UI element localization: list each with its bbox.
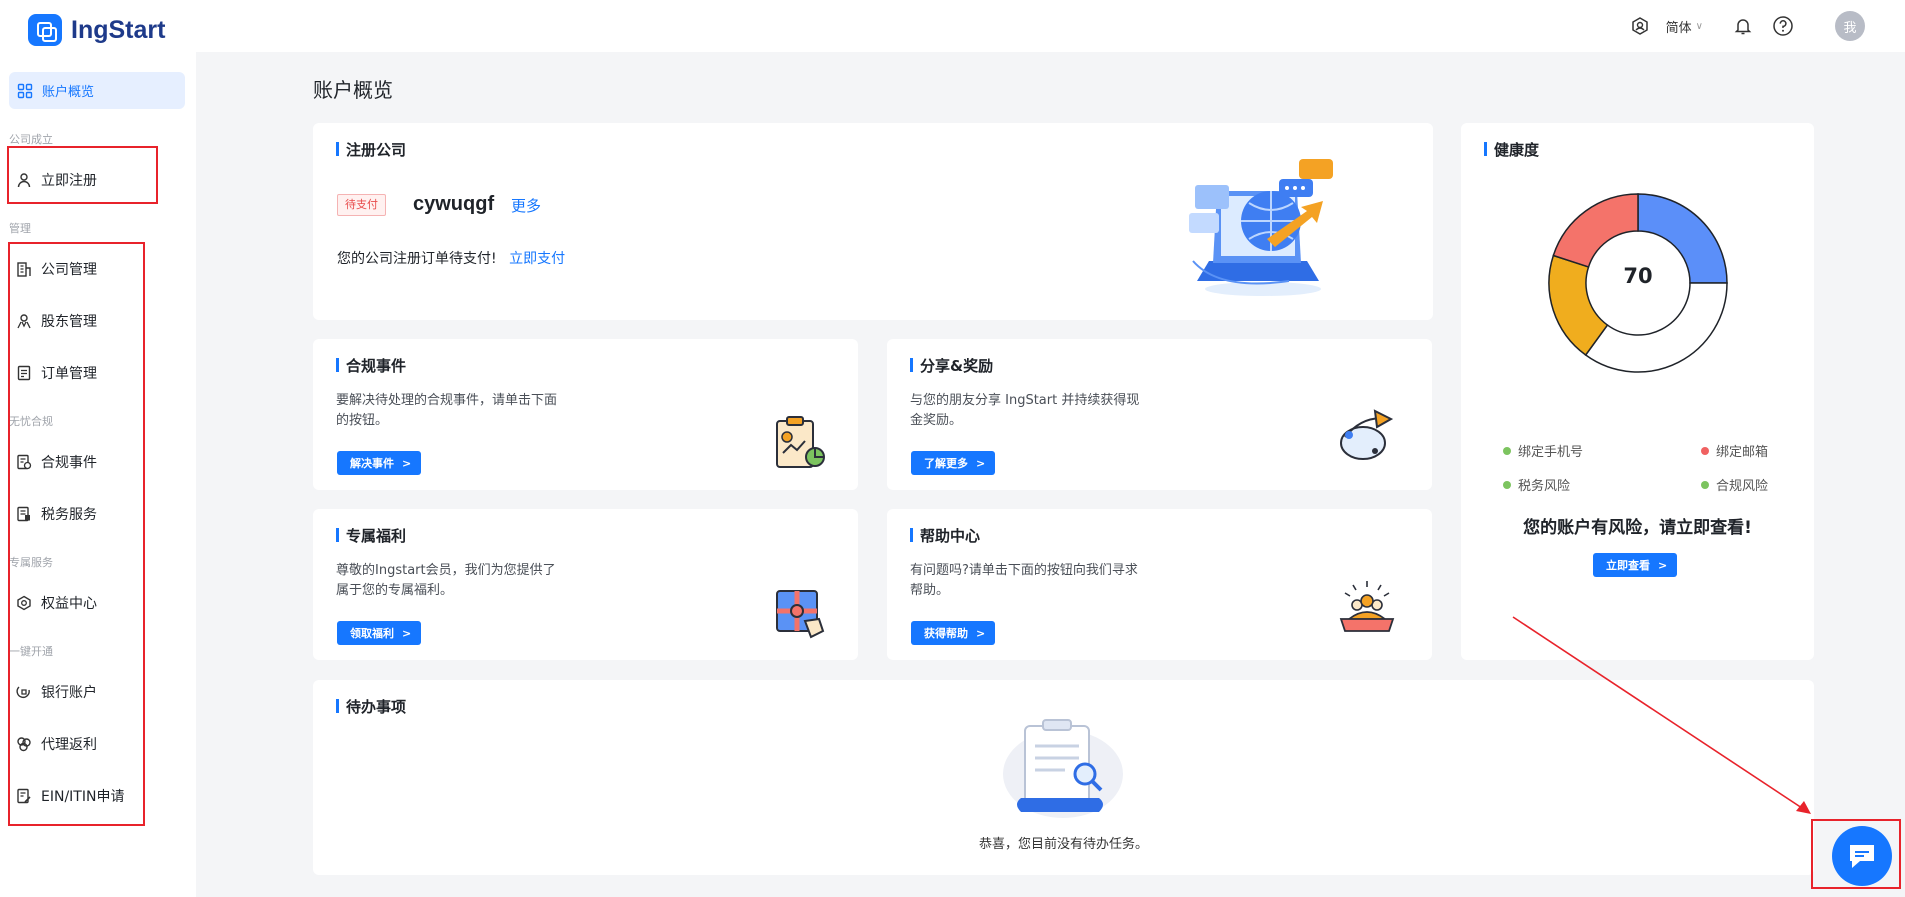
nav-group-company-setup: 公司成立 — [9, 133, 53, 146]
card-title: 专属福利 — [336, 525, 406, 546]
status-dot — [1503, 446, 1511, 455]
share-rewards-card: 分享&奖励 与您的朋友分享 IngStart 并持续获得现金奖励。 了解更多 > — [887, 339, 1432, 490]
legend-label: 绑定手机号 — [1518, 445, 1584, 460]
clipboard-chart-icon — [776, 416, 825, 468]
card-description: 要解决待处理的合规事件，请单击下面的按钮。 — [336, 393, 558, 428]
button-label: 获得帮助 — [924, 627, 968, 640]
legend-label: 绑定邮箱 — [1716, 445, 1769, 460]
card-description: 与您的朋友分享 IngStart 并持续获得现金奖励。 — [910, 393, 1140, 428]
learn-more-button[interactable]: 了解更多 > — [911, 451, 996, 475]
register-company-card: 注册公司 待支付 cywuqgf 更多 您的公司注册订单待支付! 立即支付 — [313, 123, 1433, 320]
card-title: 合规事件 — [336, 355, 406, 376]
get-help-button[interactable]: 获得帮助 > — [911, 621, 996, 645]
legend-label: 合规风险 — [1716, 479, 1769, 494]
sidebar: 账户概览 公司成立 立即注册 管理 公司管理 股东管理 订单管理 无忧合规 合规… — [0, 52, 196, 897]
help-icon[interactable] — [1771, 14, 1795, 38]
button-label: 立即查看 — [1606, 559, 1650, 572]
pay-now-link[interactable]: 立即支付 — [509, 251, 565, 267]
button-label: 了解更多 — [924, 457, 968, 470]
more-link[interactable]: 更多 — [511, 195, 541, 216]
gift-box-icon — [776, 590, 825, 639]
bell-icon[interactable] — [1731, 14, 1755, 38]
donut-segment — [1552, 193, 1639, 268]
chevron-right-icon: > — [402, 626, 412, 640]
card-title: 注册公司 — [336, 139, 406, 160]
avatar[interactable]: 我 — [1835, 11, 1865, 41]
chevron-right-icon: > — [976, 456, 986, 470]
chat-icon — [1850, 845, 1874, 868]
language-selector[interactable]: 简体 ∨ — [1666, 17, 1703, 36]
card-title: 健康度 — [1484, 139, 1539, 160]
empty-state-text: 恭喜，您目前没有待办任务。 — [978, 837, 1148, 852]
donut-segment — [1584, 282, 1728, 373]
legend-email: 绑定邮箱 — [1701, 441, 1768, 460]
annotation-box-nav-group — [8, 242, 145, 826]
card-description: 尊敬的Ingstart会员，我们为您提供了属于您的专属福利。 — [336, 563, 556, 598]
claim-benefits-button[interactable]: 领取福利 > — [337, 621, 422, 645]
logo[interactable]: IngStart — [28, 14, 165, 46]
payment-message-text: 您的公司注册订单待支付! — [337, 251, 497, 267]
status-dot — [1503, 480, 1511, 489]
chevron-right-icon: > — [1658, 558, 1668, 572]
legend-compliance: 合规风险 — [1701, 475, 1768, 494]
legend-phone: 绑定手机号 — [1503, 441, 1583, 460]
card-title: 待办事项 — [336, 696, 406, 717]
chevron-right-icon: > — [402, 456, 412, 470]
risk-message: 您的账户有风险，请立即查看! — [1523, 518, 1752, 538]
card-title: 帮助中心 — [910, 525, 980, 546]
language-label: 简体 — [1665, 20, 1692, 36]
sidebar-item-label: 账户概览 — [42, 85, 95, 100]
status-dot — [1701, 480, 1709, 489]
exclusive-benefits-card: 专属福利 尊敬的Ingstart会员，我们为您提供了属于您的专属福利。 领取福利… — [313, 509, 858, 660]
status-badge: 待支付 — [337, 194, 386, 216]
status-dot — [1701, 446, 1709, 455]
chat-button[interactable] — [1832, 826, 1892, 886]
resolve-events-button[interactable]: 解决事件 > — [337, 451, 422, 475]
help-center-card: 帮助中心 有问题吗?请单击下面的按钮向我们寻求帮助。 获得帮助 > — [887, 509, 1432, 660]
annotation-box-register — [7, 146, 158, 204]
button-label: 领取福利 — [350, 627, 394, 640]
grid-icon — [17, 83, 33, 99]
card-description: 有问题吗?请单击下面的按钮向我们寻求帮助。 — [910, 563, 1138, 598]
compliance-events-card: 合规事件 要解决待处理的合规事件，请单击下面的按钮。 解决事件 > — [313, 339, 858, 490]
health-score-card: 健康度 70 绑定手机号 绑定邮箱 税务风险 合规风险 您的账户有风险，请立即查… — [1461, 123, 1814, 660]
service-icon[interactable] — [1628, 14, 1652, 38]
card-title: 分享&奖励 — [910, 355, 993, 376]
top-header: IngStart 简体 ∨ 我 — [0, 0, 1905, 52]
nav-group-management: 管理 — [9, 222, 31, 235]
page-title: 账户概览 — [313, 78, 393, 102]
chevron-down-icon: ∨ — [1695, 20, 1703, 32]
payment-message: 您的公司注册订单待支付! 立即支付 — [337, 248, 565, 268]
header-actions: 简体 ∨ 我 — [1612, 10, 1865, 42]
view-now-button[interactable]: 立即查看 > — [1593, 553, 1678, 577]
empty-scroll-illustration — [1003, 719, 1123, 818]
health-score: 70 — [1623, 264, 1653, 288]
chevron-right-icon: > — [976, 626, 986, 640]
logo-icon — [28, 14, 62, 46]
button-label: 解决事件 — [350, 457, 394, 470]
annotation-arrow — [1512, 616, 1811, 814]
app-name: IngStart — [71, 15, 166, 44]
share-arrow-icon — [1340, 409, 1394, 460]
team-support-icon — [1339, 581, 1395, 632]
legend-tax: 税务风险 — [1503, 475, 1570, 494]
laptop-globe-illustration — [1189, 159, 1333, 296]
company-name: cywuqgf — [413, 193, 495, 215]
sidebar-item-overview[interactable]: 账户概览 — [9, 72, 185, 109]
legend-label: 税务风险 — [1518, 479, 1571, 494]
